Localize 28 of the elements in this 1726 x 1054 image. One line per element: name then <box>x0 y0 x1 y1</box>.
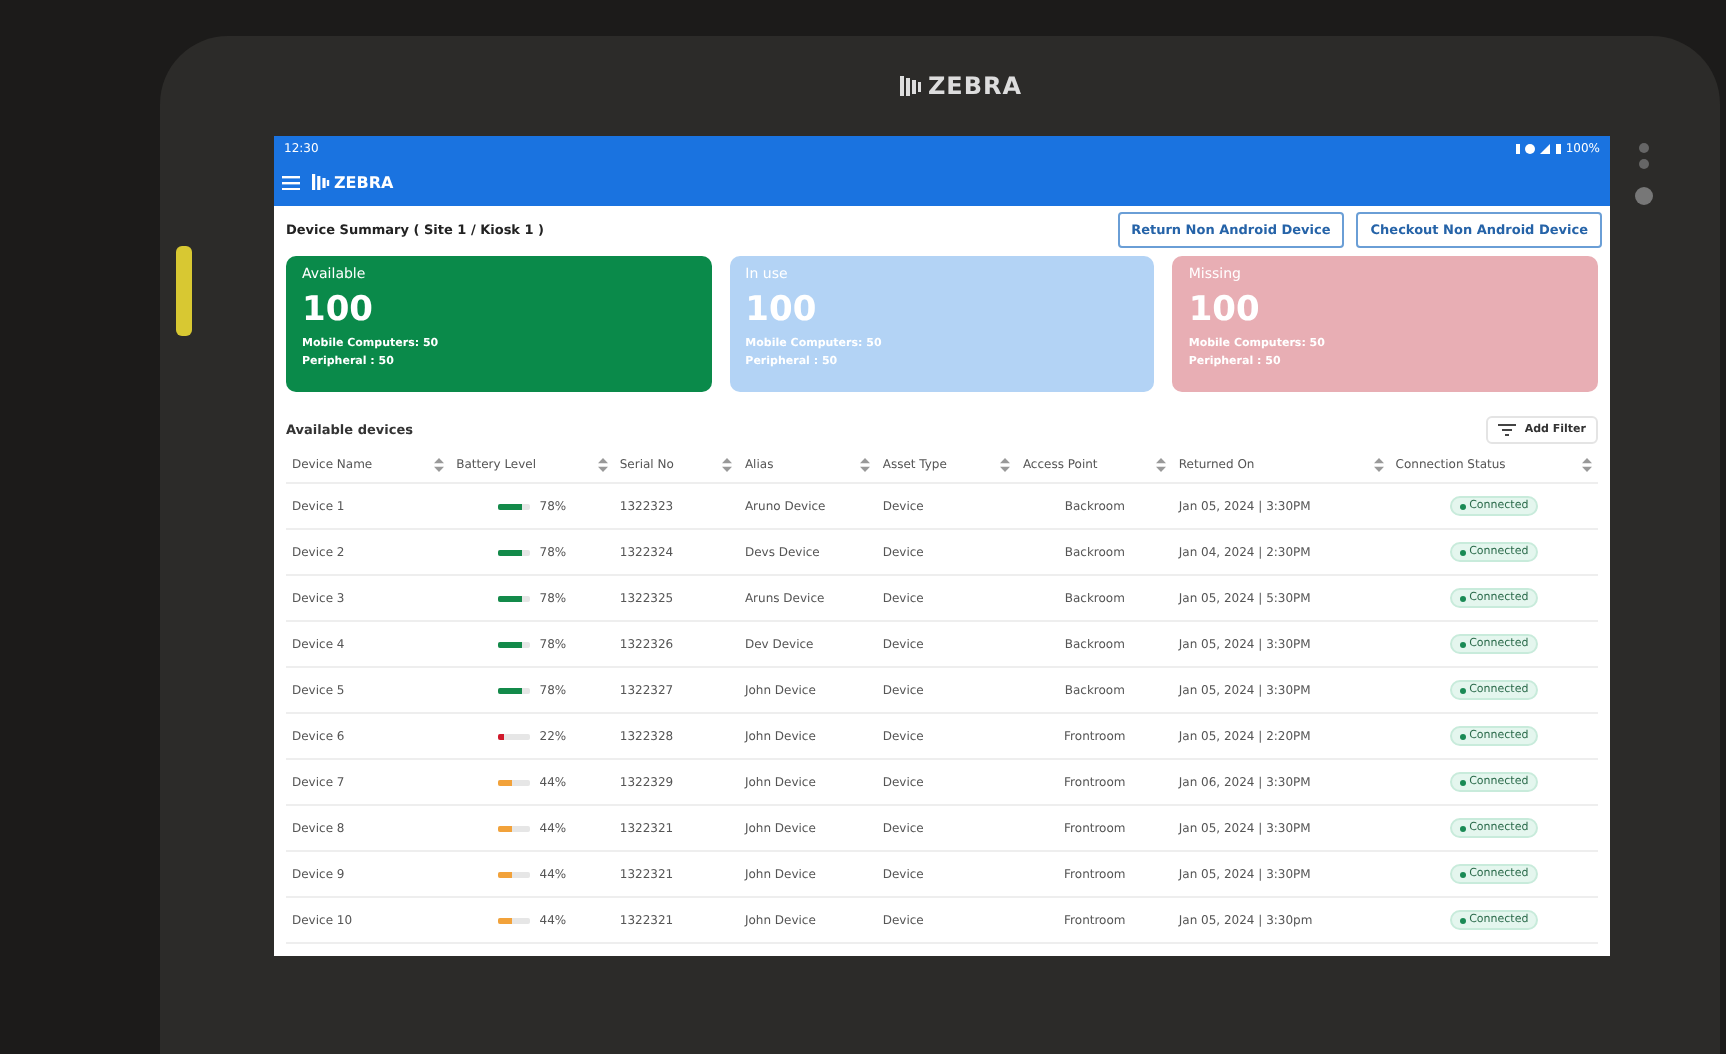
menu-icon[interactable] <box>282 175 300 189</box>
status-dot-icon <box>1459 779 1466 785</box>
sort-icon[interactable] <box>1373 458 1384 472</box>
status-dot-icon <box>1459 825 1466 831</box>
card-count: 100 <box>302 290 375 330</box>
status-dot-icon <box>1459 871 1466 877</box>
sort-icon[interactable] <box>860 458 871 472</box>
sort-icon[interactable] <box>1000 458 1011 472</box>
sort-icon[interactable] <box>434 458 445 472</box>
status-dot-icon <box>1459 503 1466 509</box>
stripes-logo-icon <box>310 172 330 192</box>
card-count: 100 <box>745 290 819 330</box>
card-count: 100 <box>1188 290 1262 330</box>
sort-icon[interactable] <box>597 458 608 472</box>
stripes-logo-icon <box>897 74 922 98</box>
sort-icon[interactable] <box>1582 458 1592 472</box>
status-dot-icon <box>1459 595 1466 601</box>
status-dot-icon <box>1459 687 1466 693</box>
sort-icon[interactable] <box>1156 458 1167 472</box>
filter-icon <box>1498 424 1517 436</box>
logo-text: ZEBRA <box>334 173 394 191</box>
status-dot-icon <box>1459 549 1466 555</box>
status-icons-icon <box>1513 142 1562 156</box>
status-dot-icon <box>1459 733 1466 739</box>
device-brand-text: ZEBRA <box>927 72 1023 100</box>
sort-icon[interactable] <box>722 458 733 472</box>
status-dot-icon <box>1459 917 1466 923</box>
status-dot-icon <box>1459 641 1466 647</box>
